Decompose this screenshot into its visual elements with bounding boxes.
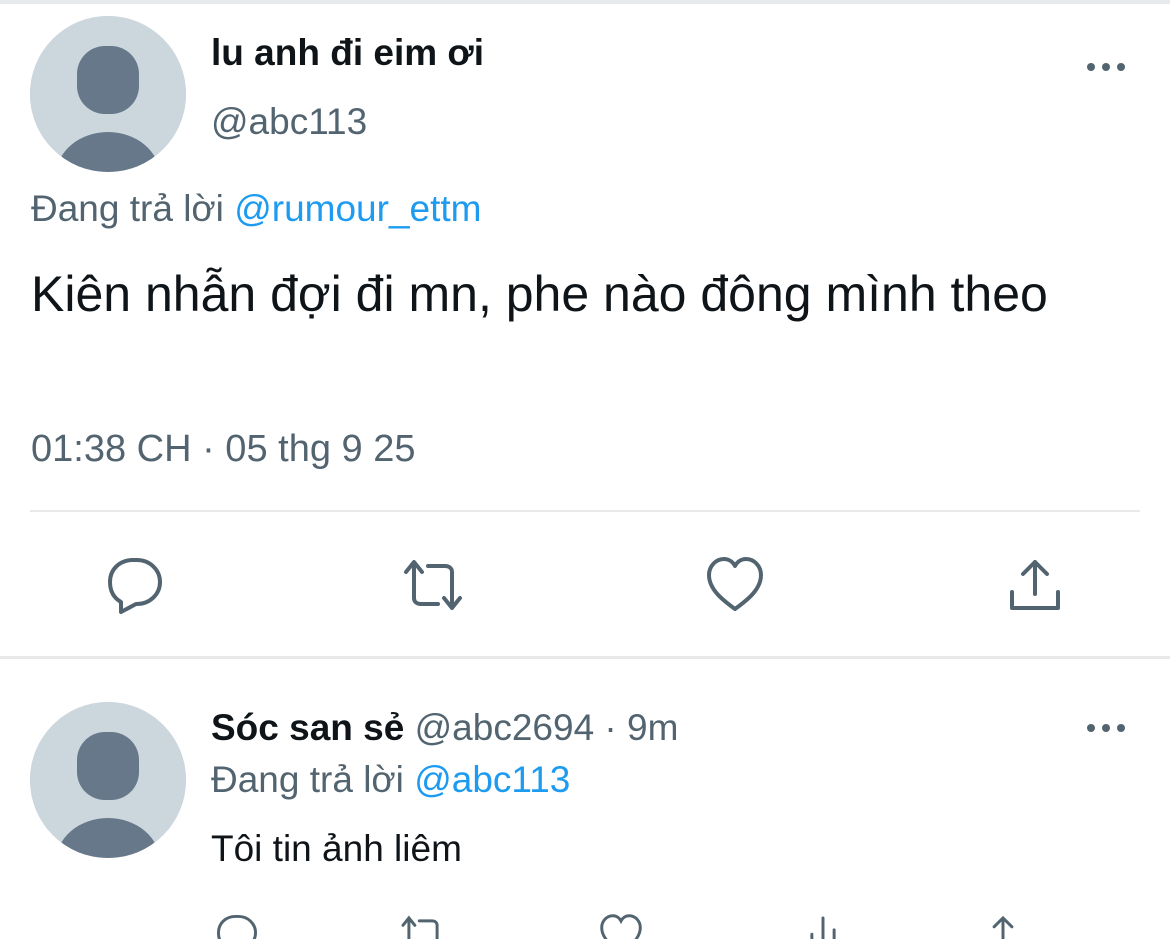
reply-avatar[interactable] (30, 702, 186, 858)
avatar[interactable] (30, 16, 186, 172)
tweet-text: Kiên nhẫn đợi đi mn, phe nào đông mình t… (31, 266, 1048, 322)
like-button[interactable] (704, 554, 766, 616)
user-handle[interactable]: @abc113 (211, 101, 367, 143)
tweet-timestamp[interactable]: 01:38 CH · 05 thg 9 25 (31, 428, 415, 471)
divider (30, 510, 1140, 512)
reply-reply-button[interactable] (214, 912, 260, 939)
reply-display-name[interactable]: Sóc san sẻ (211, 707, 404, 748)
reply-replying-to-mention[interactable]: @abc113 (414, 759, 570, 800)
replying-to-label: Đang trả lời (31, 188, 224, 229)
default-avatar-icon (30, 16, 186, 172)
tweet-detail-page: lu anh đi eim ơi @abc113 Đang trả lời @r… (0, 0, 1170, 939)
retweet-icon (404, 560, 462, 610)
replying-to-mention[interactable]: @rumour_ettm (234, 188, 481, 229)
reply-share-button[interactable] (980, 912, 1026, 939)
heart-icon (707, 557, 763, 611)
retweet-icon (401, 915, 439, 939)
heart-icon (600, 914, 642, 939)
reply-action-bar (0, 910, 1170, 939)
reply-handle-time[interactable]: @abc2694 · 9m (415, 707, 679, 748)
analytics-icon (810, 916, 836, 939)
reply-icon (216, 914, 258, 939)
retweet-button[interactable] (402, 554, 464, 616)
display-name[interactable]: lu anh đi eim ơi (211, 32, 484, 74)
reply-replying-to: Đang trả lời @abc113 (211, 759, 570, 801)
top-border (0, 0, 1170, 4)
default-avatar-icon (30, 702, 186, 858)
reply-icon (108, 558, 162, 614)
more-options-icon[interactable] (1087, 57, 1125, 77)
share-icon (1010, 560, 1060, 610)
reply-button[interactable] (104, 554, 166, 616)
reply-replying-to-label: Đang trả lời (211, 759, 404, 800)
reply-more-options-icon[interactable] (1087, 718, 1125, 738)
share-button[interactable] (1004, 554, 1066, 616)
replying-to: Đang trả lời @rumour_ettm (31, 188, 481, 230)
reply-retweet-button[interactable] (400, 912, 446, 939)
reply-like-button[interactable] (598, 912, 644, 939)
reply-analytics-button[interactable] (800, 912, 846, 939)
reply-header: Sóc san sẻ @abc2694 · 9m (211, 707, 678, 749)
share-icon (992, 915, 1014, 939)
section-divider (0, 656, 1170, 659)
reply-text: Tôi tin ảnh liêm (211, 828, 462, 869)
